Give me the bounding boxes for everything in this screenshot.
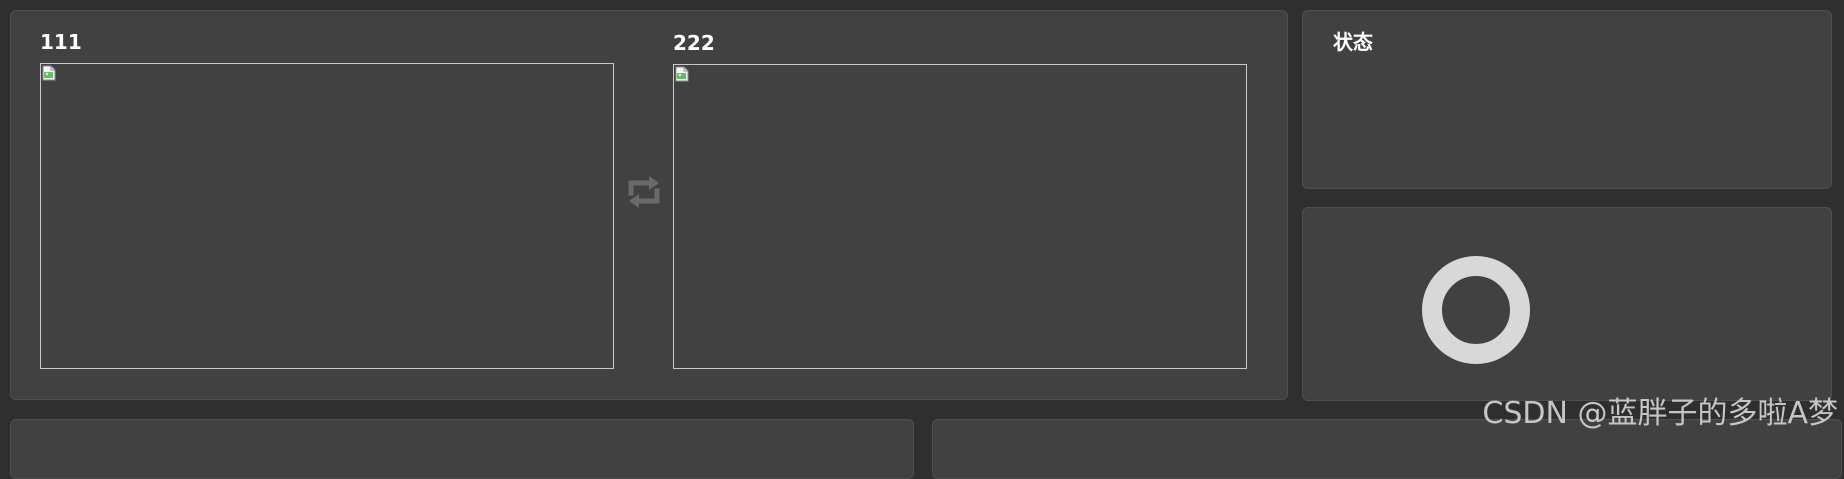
status-panel: 状态 [1302,10,1832,189]
left-image-frame[interactable] [40,63,614,369]
broken-image-icon [42,65,56,81]
right-image-frame[interactable] [673,64,1247,369]
watermark-text: CSDN @蓝胖子的多啦A梦 [1482,396,1838,431]
bottom-left-panel [10,419,914,479]
swap-arrows-icon[interactable] [621,169,667,215]
loading-panel [1302,207,1832,401]
image-compare-panel: 111 222 [10,10,1288,400]
broken-image-icon [675,66,689,82]
left-image-label: 111 [40,30,82,54]
right-image-label: 222 [673,31,715,55]
loading-ring-icon [1422,256,1530,364]
status-title: 状态 [1333,30,1373,54]
